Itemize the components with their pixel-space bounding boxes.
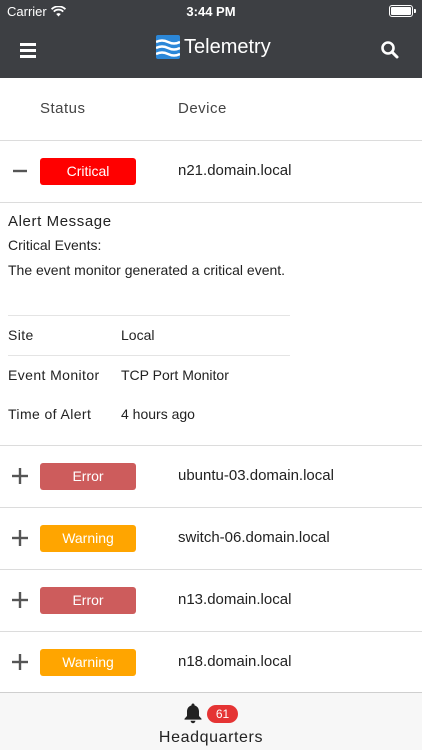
bell-icon[interactable] bbox=[183, 702, 203, 724]
device-name: ubuntu-03.domain.local bbox=[178, 467, 334, 484]
status-badge: Critical bbox=[40, 158, 136, 185]
search-icon[interactable] bbox=[380, 40, 400, 60]
alert-row[interactable]: Error ubuntu-03.domain.local bbox=[0, 446, 422, 508]
battery-icon bbox=[389, 5, 416, 17]
hamburger-icon[interactable] bbox=[20, 41, 40, 59]
device-name: n18.domain.local bbox=[178, 653, 292, 670]
detail-value: TCP Port Monitor bbox=[121, 367, 229, 383]
alert-row[interactable]: Critical n21.domain.local bbox=[0, 141, 422, 203]
expand-icon[interactable] bbox=[10, 590, 30, 610]
alert-count-badge: 61 bbox=[207, 705, 238, 723]
alert-row[interactable]: Error n13.domain.local bbox=[0, 570, 422, 632]
detail-key: Time of Alert bbox=[8, 406, 92, 422]
alert-row[interactable]: Warning switch-06.domain.local bbox=[0, 508, 422, 570]
device-name: n21.domain.local bbox=[178, 162, 292, 179]
detail-key: Site bbox=[8, 327, 34, 343]
alert-detail-panel: Alert Message Critical Events: The event… bbox=[0, 203, 422, 446]
status-badge: Error bbox=[40, 587, 136, 614]
device-column-header: Device bbox=[178, 100, 227, 117]
nav-bar: Telemetry bbox=[0, 24, 422, 78]
clock: 3:44 PM bbox=[186, 4, 236, 19]
footer-bar: 61 Headquarters bbox=[0, 692, 422, 750]
status-badge: Error bbox=[40, 463, 136, 490]
detail-value: 4 hours ago bbox=[121, 406, 195, 422]
alert-message-heading: Alert Message bbox=[8, 213, 112, 230]
app-title: Telemetry bbox=[184, 35, 271, 58]
detail-row-event-monitor: Event Monitor TCP Port Monitor bbox=[8, 355, 290, 395]
alert-message-line: Critical Events: bbox=[8, 237, 102, 253]
detail-row-site: Site Local bbox=[8, 315, 290, 355]
device-name: switch-06.domain.local bbox=[178, 529, 330, 546]
expand-icon[interactable] bbox=[10, 528, 30, 548]
telemetry-logo-icon bbox=[156, 35, 180, 59]
alert-message-line: The event monitor generated a critical e… bbox=[8, 262, 286, 278]
collapse-icon[interactable] bbox=[10, 161, 30, 181]
expand-icon[interactable] bbox=[10, 466, 30, 486]
expand-icon[interactable] bbox=[10, 652, 30, 672]
status-badge: Warning bbox=[40, 525, 136, 552]
device-name: n13.domain.local bbox=[178, 591, 292, 608]
detail-row-time-of-alert: Time of Alert 4 hours ago bbox=[8, 395, 290, 435]
detail-key: Event Monitor bbox=[8, 367, 100, 383]
brand: Telemetry bbox=[156, 35, 271, 59]
status-column-header: Status bbox=[40, 100, 86, 117]
status-badge: Warning bbox=[40, 649, 136, 676]
detail-value: Local bbox=[121, 327, 155, 343]
status-bar: Carrier 3:44 PM bbox=[0, 0, 422, 24]
location-label[interactable]: Headquarters bbox=[0, 729, 422, 747]
alert-row[interactable]: Warning n18.domain.local bbox=[0, 632, 422, 692]
table-header: Status Device bbox=[0, 78, 422, 141]
